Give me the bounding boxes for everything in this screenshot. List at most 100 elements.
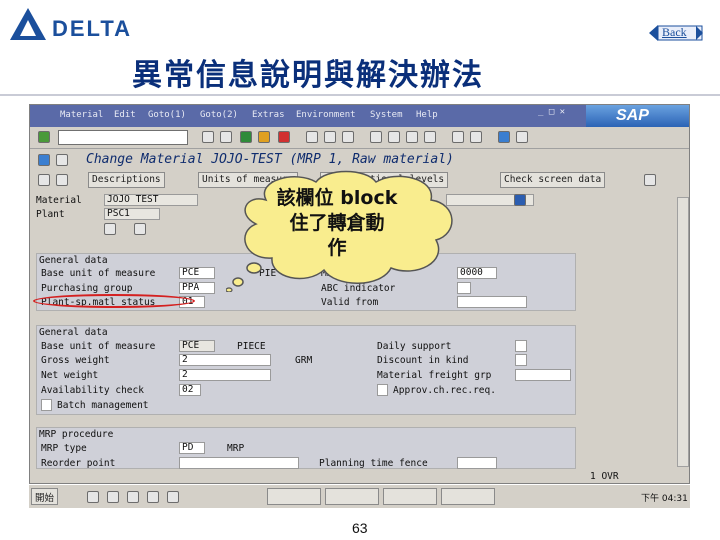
quicklaunch-icon[interactable]: [147, 491, 159, 503]
menu-extras[interactable]: Extras: [252, 110, 285, 120]
info-icon[interactable]: [514, 194, 526, 206]
valid-from-field[interactable]: [457, 296, 527, 308]
status-info: 1 OVR: [590, 471, 619, 482]
gross-weight-field[interactable]: 2: [179, 354, 271, 366]
callout-line-3: 作: [327, 237, 347, 259]
base-uom-text: PIECE: [237, 341, 266, 352]
callout-line-1: 該欄位 block: [276, 187, 398, 209]
group-title: MRP procedure: [39, 429, 114, 440]
discount-in-kind-field[interactable]: [515, 354, 527, 366]
display-change-icon[interactable]: [38, 154, 50, 166]
next-screen-icon[interactable]: [644, 174, 656, 186]
freight-group-field[interactable]: [515, 369, 571, 381]
reorder-point-label: Reorder point: [41, 458, 116, 469]
last-page-icon[interactable]: [424, 131, 436, 143]
new-session-icon[interactable]: [452, 131, 464, 143]
back-link[interactable]: Back: [662, 25, 687, 40]
menu-material[interactable]: Material: [60, 110, 103, 120]
menu-environment[interactable]: Environment: [296, 110, 356, 120]
base-uom-label: Base unit of measure: [41, 341, 156, 352]
logo-text: DELTA: [52, 16, 133, 41]
next-page-icon[interactable]: [406, 131, 418, 143]
menu-help[interactable]: Help: [416, 110, 438, 120]
transaction-titlebar: Change Material JOJO-TEST (MRP 1, Raw ma…: [30, 149, 689, 171]
discount-in-kind-label: Discount in kind: [377, 355, 469, 366]
plant-label: Plant: [36, 209, 65, 220]
task-button[interactable]: [267, 488, 321, 505]
print-icon[interactable]: [306, 131, 318, 143]
quicklaunch-icon[interactable]: [107, 491, 119, 503]
task-button[interactable]: [383, 488, 437, 505]
vertical-scrollbar[interactable]: [677, 197, 689, 467]
window-controls[interactable]: _ □ ✕: [538, 107, 565, 117]
exit-icon[interactable]: [240, 131, 252, 143]
create-icon[interactable]: [38, 174, 50, 186]
clock: 下午 04:31: [641, 494, 688, 504]
net-weight-field[interactable]: 2: [179, 369, 271, 381]
cancel-red-icon[interactable]: [278, 131, 290, 143]
descriptions-button[interactable]: Descriptions: [88, 172, 165, 188]
sap-logo-text: SAP: [616, 107, 649, 124]
gross-weight-label: Gross weight: [41, 355, 110, 366]
task-button[interactable]: [325, 488, 379, 505]
plant-field[interactable]: PSC1: [104, 208, 160, 220]
approval-checkbox[interactable]: [377, 384, 388, 396]
menu-system[interactable]: System: [370, 110, 403, 120]
availability-check-label: Availability check: [41, 385, 144, 396]
copy-icon[interactable]: [56, 174, 68, 186]
batch-management-label: Batch management: [57, 400, 149, 411]
batch-management-checkbox[interactable]: [41, 399, 52, 411]
task-button[interactable]: [441, 488, 495, 505]
command-field[interactable]: [58, 130, 188, 145]
help-icon[interactable]: [498, 131, 510, 143]
reorder-point-field[interactable]: [179, 457, 299, 469]
callout-line-2: 住了轉倉動: [289, 212, 385, 234]
mrp-type-field[interactable]: PD: [179, 442, 205, 454]
highlight-oval: [33, 294, 195, 308]
daily-support-label: Daily support: [377, 341, 452, 352]
change-icon[interactable]: [104, 223, 116, 235]
availability-check-field[interactable]: 02: [179, 384, 201, 396]
mrp-group-field[interactable]: 0000: [457, 267, 497, 279]
mrp-type-text: MRP: [227, 443, 245, 454]
shortcut-icon[interactable]: [470, 131, 482, 143]
cancel-icon[interactable]: [258, 131, 270, 143]
transaction-title: Change Material JOJO-TEST (MRP 1, Raw ma…: [86, 152, 454, 167]
page-title: 異常信息說明與解決辦法: [132, 58, 484, 93]
base-uom-label: Base unit of measure: [41, 268, 156, 279]
daily-support-field[interactable]: [515, 340, 527, 352]
approval-label: Approv.ch.rec.req.: [393, 385, 496, 396]
enter-icon[interactable]: [38, 131, 50, 143]
weight-unit: GRM: [295, 355, 313, 366]
purchasing-group-field[interactable]: PPA: [179, 282, 215, 294]
base-uom-field[interactable]: PCE: [179, 340, 215, 352]
other-material-icon[interactable]: [56, 154, 68, 166]
base-uom-field[interactable]: PCE: [179, 267, 215, 279]
find-icon[interactable]: [324, 131, 336, 143]
quicklaunch-icon[interactable]: [87, 491, 99, 503]
menu-goto1[interactable]: Goto(1): [148, 110, 186, 120]
group-title: General data: [39, 327, 108, 338]
layout-icon[interactable]: [516, 131, 528, 143]
save-icon[interactable]: [202, 131, 214, 143]
purchasing-group-label: Purchasing group: [41, 283, 133, 294]
quicklaunch-icon[interactable]: [127, 491, 139, 503]
prev-page-icon[interactable]: [388, 131, 400, 143]
sap-toolbar: [30, 127, 689, 149]
quicklaunch-icon[interactable]: [167, 491, 179, 503]
planning-time-fence-field[interactable]: [457, 457, 497, 469]
menu-edit[interactable]: Edit: [114, 110, 136, 120]
find-next-icon[interactable]: [342, 131, 354, 143]
back-icon[interactable]: [220, 131, 232, 143]
document-icon[interactable]: [134, 223, 146, 235]
windows-taskbar: 開始 下午 04:31: [29, 484, 690, 508]
first-page-icon[interactable]: [370, 131, 382, 143]
mrp-procedure-group: MRP procedure MRP type PD MRP Reorder po…: [36, 427, 576, 469]
material-field[interactable]: JOJO TEST: [104, 194, 198, 206]
menu-goto2[interactable]: Goto(2): [200, 110, 238, 120]
planning-time-fence-label: Planning time fence: [319, 458, 428, 469]
start-button[interactable]: 開始: [31, 488, 59, 505]
check-screen-data-button[interactable]: Check screen data: [500, 172, 606, 188]
page-number: 63: [352, 520, 368, 536]
group-title: General data: [39, 255, 108, 266]
